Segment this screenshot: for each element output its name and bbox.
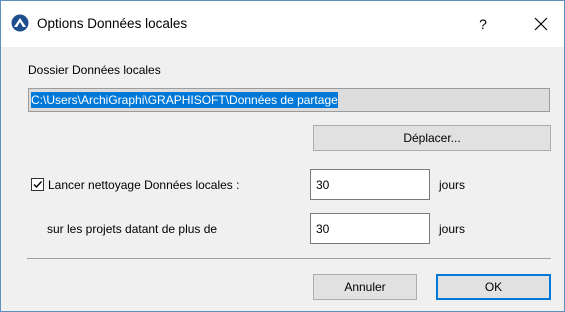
folder-path-field[interactable]: C:\Users\ArchiGraphi\GRAPHISOFT\Données … [28, 88, 550, 112]
local-data-options-dialog: Options Données locales ? Dossier Donnée… [0, 0, 565, 312]
close-button[interactable] [528, 12, 554, 36]
separator [27, 258, 551, 259]
folder-label: Dossier Données locales [28, 63, 161, 77]
ok-button[interactable]: OK [436, 274, 551, 300]
projects-age-label: sur les projets datant de plus de [47, 222, 218, 236]
checkmark-icon [33, 181, 43, 189]
cleanup-checkbox[interactable] [31, 178, 44, 191]
cleanup-days-unit: jours [439, 178, 466, 192]
folder-path-text: C:\Users\ArchiGraphi\GRAPHISOFT\Données … [31, 92, 338, 108]
title-bar: Options Données locales ? [1, 1, 564, 47]
help-button[interactable]: ? [471, 13, 495, 35]
cancel-button[interactable]: Annuler [313, 274, 417, 300]
close-icon [534, 17, 548, 31]
move-button[interactable]: Déplacer... [313, 125, 551, 151]
projects-age-input[interactable]: 30 [310, 213, 430, 244]
cleanup-checkbox-label[interactable]: Lancer nettoyage Données locales : [48, 178, 239, 192]
projects-age-unit: jours [439, 222, 466, 236]
window-title: Options Données locales [37, 16, 188, 31]
archicad-logo-icon [11, 14, 29, 32]
cleanup-days-input[interactable]: 30 [310, 169, 430, 200]
